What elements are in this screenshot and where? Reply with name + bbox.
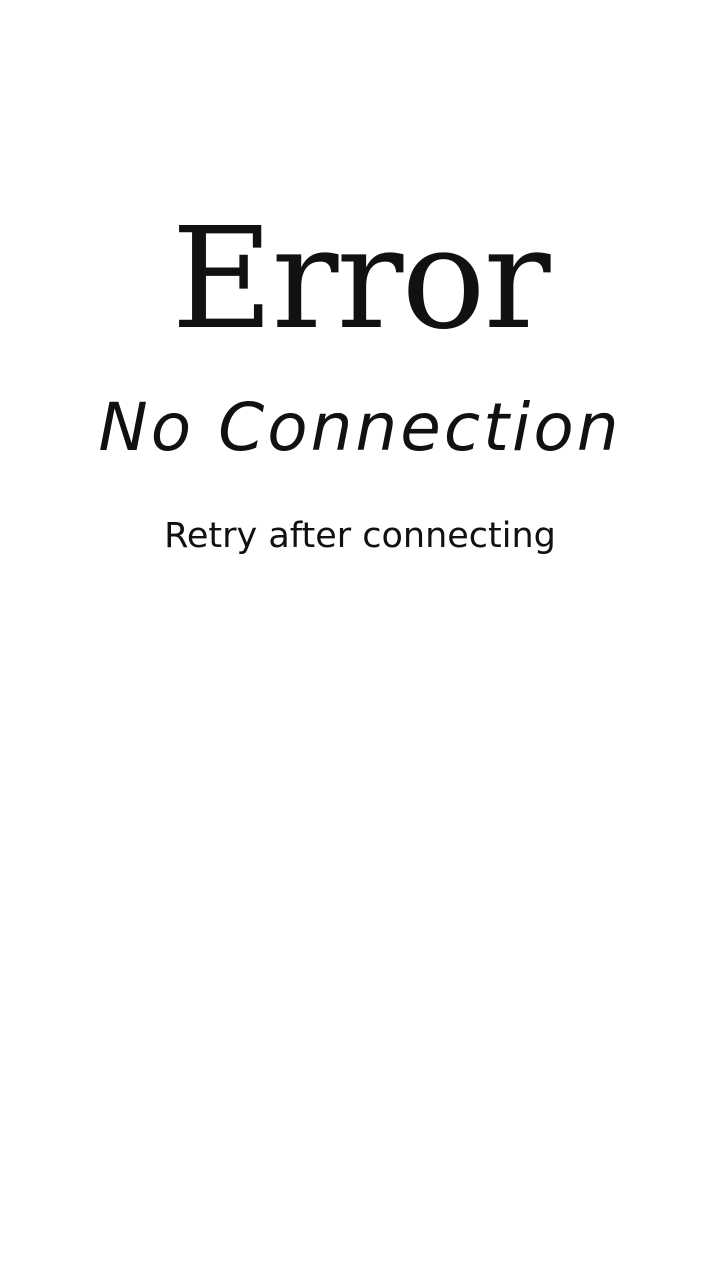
error-title: Error [171,198,550,361]
error-screen: Error No Connection Retry after connecti… [0,0,720,1280]
retry-hint-text: Retry after connecting [164,516,556,556]
connection-status-text: No Connection [98,389,622,466]
